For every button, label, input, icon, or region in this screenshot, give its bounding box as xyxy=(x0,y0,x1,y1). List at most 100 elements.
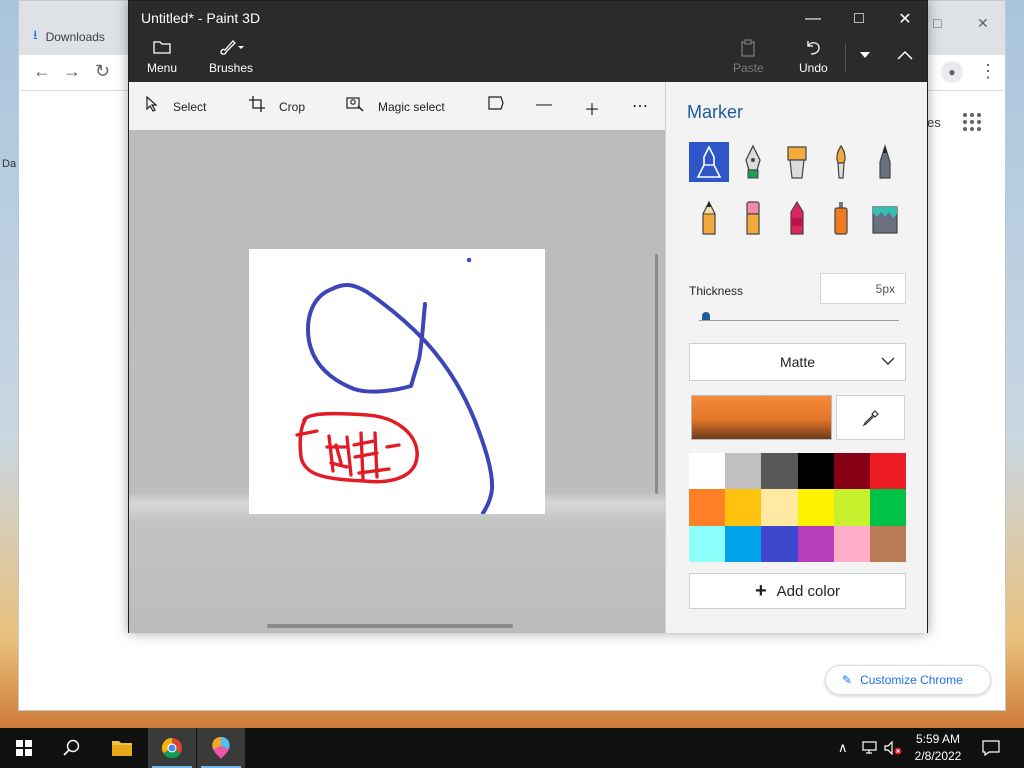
palette-swatch[interactable] xyxy=(797,489,834,526)
ribbon: Menu Brushes Paste Undo xyxy=(129,35,927,82)
brushes-button[interactable]: Brushes xyxy=(209,39,253,75)
chrome-close-icon[interactable]: ✕ xyxy=(977,15,989,32)
chevron-up-icon: ∧ xyxy=(838,740,848,755)
thickness-slider-thumb[interactable] xyxy=(702,312,710,320)
show-hidden-icons-button[interactable]: ∧ xyxy=(838,728,848,768)
collapse-ribbon-icon[interactable] xyxy=(883,43,927,67)
chrome-menu-icon[interactable]: ⋮ xyxy=(979,61,997,82)
palette-swatch[interactable] xyxy=(725,453,762,490)
calligraphy-pen-brush[interactable] xyxy=(733,142,773,182)
plus-icon: ＋ xyxy=(584,102,601,119)
pencil-brush[interactable] xyxy=(689,198,729,238)
ellipsis-icon: ⋯ xyxy=(632,98,648,115)
crayon-icon xyxy=(790,200,804,235)
horizontal-scrollbar[interactable] xyxy=(267,624,513,628)
palette-swatch[interactable] xyxy=(797,525,834,562)
partial-link[interactable]: es xyxy=(927,115,941,130)
taskbar: ∧ 5:59 AM 2/8/2022 xyxy=(0,728,1024,768)
history-dropdown-icon[interactable] xyxy=(845,43,885,67)
pencil-icon: ✎ xyxy=(842,673,853,687)
undo-button[interactable]: Undo xyxy=(799,39,828,75)
crayon-brush[interactable] xyxy=(777,198,817,238)
canvas-workspace[interactable] xyxy=(129,130,665,633)
palette-swatch[interactable] xyxy=(689,489,726,526)
notification-icon xyxy=(982,740,1000,756)
back-icon[interactable]: ← xyxy=(33,61,51,82)
watercolor-brush[interactable] xyxy=(821,142,861,182)
forward-icon[interactable]: → xyxy=(63,61,81,82)
paste-label: Paste xyxy=(733,61,764,75)
chrome-maximize-icon[interactable]: □ xyxy=(933,15,941,31)
more-options-button[interactable]: ⋯ xyxy=(632,96,648,116)
flag-tool[interactable] xyxy=(488,96,504,115)
spray-can-brush[interactable] xyxy=(821,198,861,238)
magic-select-tool[interactable]: Magic select xyxy=(346,96,445,117)
thickness-slider-track[interactable] xyxy=(699,320,899,321)
marker-brush[interactable] xyxy=(689,142,729,182)
palette-swatch[interactable] xyxy=(689,525,726,562)
google-apps-icon[interactable] xyxy=(963,113,981,131)
network-button[interactable] xyxy=(862,728,880,768)
palette-swatch[interactable] xyxy=(833,453,870,490)
select-tool[interactable]: Select xyxy=(145,95,207,117)
close-button[interactable]: ✕ xyxy=(882,7,928,31)
watercolor-icon xyxy=(836,144,846,179)
chevron-down-icon xyxy=(881,354,895,368)
volume-button[interactable] xyxy=(884,728,902,768)
maximize-button[interactable]: □ xyxy=(836,7,882,31)
pixel-pen-brush[interactable] xyxy=(865,142,905,182)
palette-swatch[interactable] xyxy=(869,525,906,562)
select-label: Select xyxy=(173,99,207,114)
fill-brush[interactable] xyxy=(865,198,905,238)
marker-icon xyxy=(696,145,722,178)
canvas-strokes xyxy=(295,257,495,515)
clipboard-icon xyxy=(740,39,756,57)
drawing-canvas[interactable] xyxy=(249,249,545,515)
paint3d-taskbar-button[interactable] xyxy=(197,728,245,768)
notifications-button[interactable] xyxy=(982,728,1000,768)
zoom-out-button[interactable]: — xyxy=(536,96,552,114)
minimize-button[interactable]: — xyxy=(790,7,836,31)
paint3d-window: Untitled* - Paint 3D — □ ✕ Menu Brushes … xyxy=(128,0,928,633)
color-palette xyxy=(689,453,906,562)
customize-chrome-button[interactable]: ✎ Customize Chrome xyxy=(825,665,991,695)
volume-muted-icon xyxy=(884,741,902,755)
fill-bucket-icon xyxy=(872,206,898,234)
panel-title: Marker xyxy=(687,102,744,122)
palette-swatch[interactable] xyxy=(869,489,906,526)
chrome-tab-downloads[interactable]: ⭳ Downloads xyxy=(33,25,105,49)
search-button[interactable] xyxy=(48,728,96,768)
crop-tool[interactable]: Crop xyxy=(249,96,305,117)
reload-icon[interactable]: ↻ xyxy=(95,61,110,82)
profile-avatar-icon[interactable]: ● xyxy=(941,61,963,83)
paste-button[interactable]: Paste xyxy=(733,39,764,75)
title-bar: Untitled* - Paint 3D — □ ✕ xyxy=(129,1,927,35)
chrome-taskbar-button[interactable] xyxy=(148,728,196,768)
start-button[interactable] xyxy=(0,728,48,768)
finish-dropdown[interactable]: Matte xyxy=(689,343,906,381)
menu-button[interactable]: Menu xyxy=(147,39,177,75)
eyedropper-button[interactable] xyxy=(836,395,905,440)
palette-swatch[interactable] xyxy=(833,525,870,562)
zoom-in-button[interactable]: ＋ xyxy=(584,96,600,120)
palette-swatch[interactable] xyxy=(725,525,762,562)
palette-swatch[interactable] xyxy=(869,453,906,490)
palette-swatch[interactable] xyxy=(689,453,726,490)
add-color-button[interactable]: + Add color xyxy=(689,573,906,609)
oil-brush[interactable] xyxy=(777,142,817,182)
file-explorer-button[interactable] xyxy=(98,728,146,768)
palette-swatch[interactable] xyxy=(761,453,798,490)
magic-select-label: Magic select xyxy=(378,99,445,114)
palette-swatch[interactable] xyxy=(725,489,762,526)
palette-swatch[interactable] xyxy=(761,489,798,526)
windows-icon xyxy=(16,740,32,756)
palette-swatch[interactable] xyxy=(761,525,798,562)
thickness-input[interactable]: 5px xyxy=(820,273,906,304)
palette-swatch[interactable] xyxy=(797,453,834,490)
system-clock[interactable]: 5:59 AM 2/8/2022 xyxy=(906,731,970,765)
palette-swatch[interactable] xyxy=(833,489,870,526)
eraser-brush[interactable] xyxy=(733,198,773,238)
current-color-swatch[interactable] xyxy=(691,395,832,440)
clock-date: 2/8/2022 xyxy=(914,749,962,763)
vertical-scrollbar[interactable] xyxy=(655,254,658,494)
